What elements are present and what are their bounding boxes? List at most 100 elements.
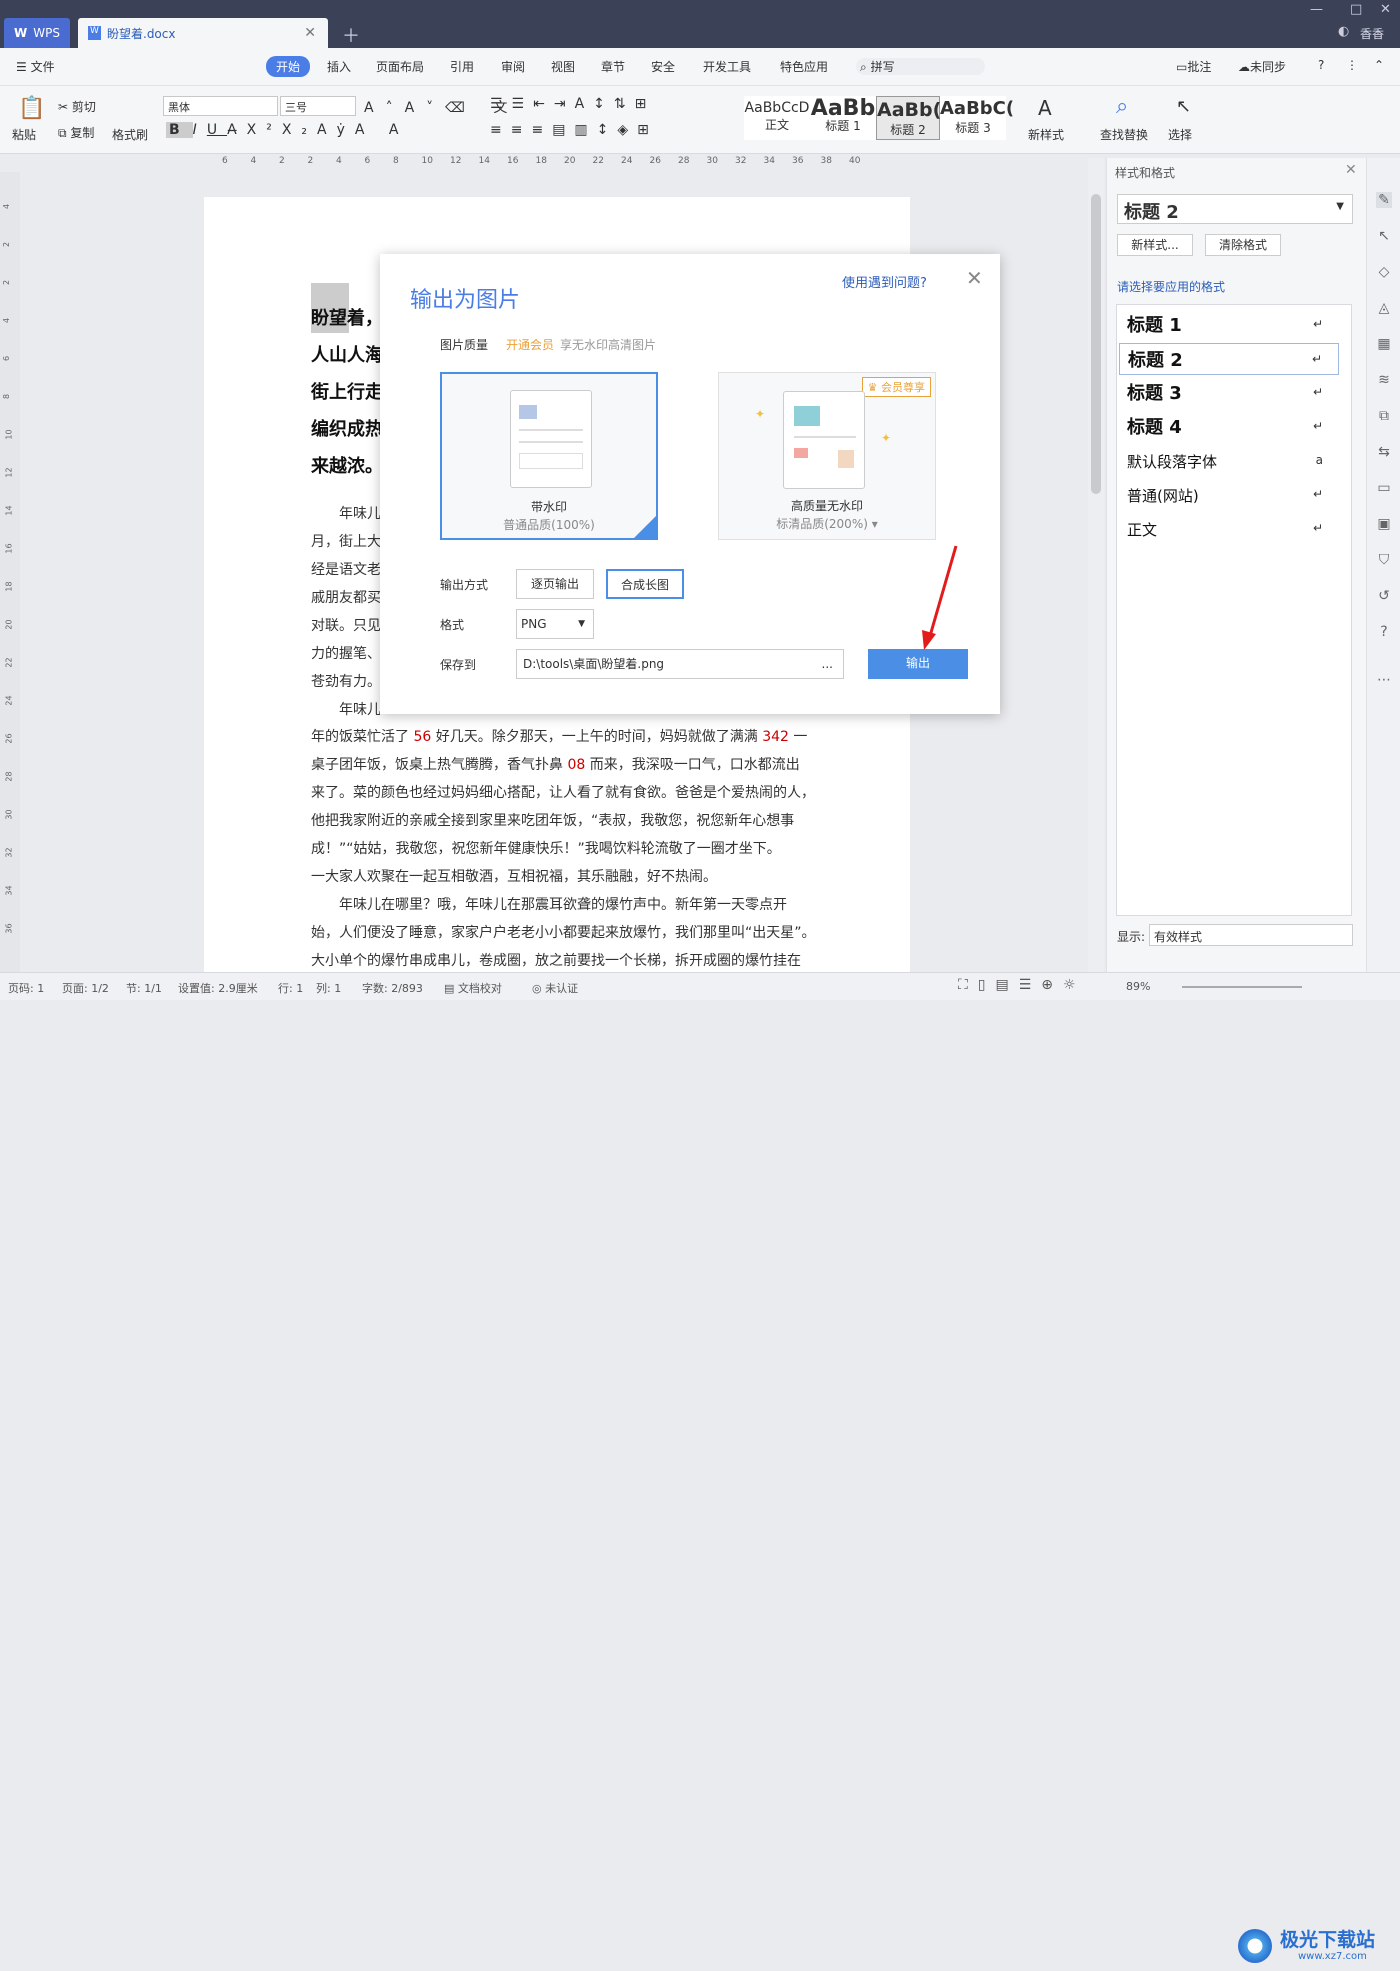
- sync-button[interactable]: ☁未同步: [1238, 58, 1286, 75]
- image-icon[interactable]: ▣: [1376, 516, 1392, 532]
- zoom-value[interactable]: 89%: [1126, 980, 1150, 993]
- scroll-thumb[interactable]: [1091, 194, 1101, 494]
- save-path-input[interactable]: D:\tools\桌面\盼望着.png...: [516, 649, 844, 679]
- translate-icon[interactable]: ⇆: [1376, 444, 1392, 460]
- menu-start[interactable]: 开始: [266, 56, 311, 77]
- body-line: 桌子团年饭，饭桌上热气腾腾，香气扑鼻 08 而来，我深吸一口气，口水都流出: [311, 757, 800, 773]
- copy-button[interactable]: ⧉ 复制: [58, 124, 94, 141]
- align-tools[interactable]: ≡≡≡▤▥↕◈⊞: [490, 122, 658, 138]
- select-button[interactable]: 选择: [1168, 126, 1192, 143]
- style-normal[interactable]: AaBbCcD 正文: [744, 96, 810, 140]
- menu-special[interactable]: 特色应用: [780, 58, 828, 75]
- menu-file[interactable]: ☰ 文件: [16, 58, 55, 75]
- vip-link[interactable]: 开通会员: [506, 336, 554, 353]
- style-mark-icon: ↵: [1312, 419, 1323, 433]
- shape-icon[interactable]: ◇: [1376, 264, 1392, 280]
- menu-security[interactable]: 安全: [651, 58, 675, 75]
- cut-button[interactable]: ✂ 剪切: [58, 98, 96, 115]
- user-name[interactable]: 香香: [1360, 25, 1384, 42]
- close-tab-icon[interactable]: ✕: [304, 25, 316, 41]
- help-circle-icon[interactable]: ?: [1376, 624, 1392, 640]
- quality-hd-card[interactable]: ♛ 会员尊享 ✦ ✦ 高质量无水印 标清品质(200%) ▾: [718, 372, 936, 540]
- menu-view[interactable]: 视图: [551, 58, 575, 75]
- browse-button[interactable]: ...: [822, 650, 833, 678]
- style-list-item[interactable]: 标题 2 ↵: [1119, 343, 1339, 375]
- new-tab-icon[interactable]: ＋: [342, 22, 360, 48]
- menu-review[interactable]: 审阅: [501, 58, 525, 75]
- vruler-tick: 4: [2, 317, 12, 324]
- ruler-tick: 2: [307, 156, 314, 166]
- menu-reference[interactable]: 引用: [450, 58, 474, 75]
- card2-name: 高质量无水印: [790, 499, 863, 513]
- new-style-panel-button[interactable]: 新样式...: [1117, 234, 1193, 256]
- menu-insert[interactable]: 插入: [327, 58, 351, 75]
- style-name: 默认段落字体: [1127, 453, 1218, 471]
- menu-chapter[interactable]: 章节: [601, 58, 625, 75]
- size-select[interactable]: 三号: [280, 96, 356, 116]
- dialog-close-icon[interactable]: ✕: [966, 266, 983, 290]
- zoom-slider[interactable]: [1182, 986, 1302, 988]
- ruler-tick: 34: [763, 156, 775, 166]
- menu-developer[interactable]: 开发工具: [703, 58, 751, 75]
- find-replace-button[interactable]: 查找替换: [1100, 126, 1148, 143]
- status-words[interactable]: 字数: 2/893: [362, 980, 423, 996]
- mode-long-button[interactable]: 合成长图: [606, 569, 684, 599]
- search-icon: ⌕: [860, 60, 867, 74]
- paste-button[interactable]: 粘贴: [12, 126, 36, 143]
- collapse-icon[interactable]: ⌃: [1374, 58, 1384, 72]
- format-select[interactable]: PNG ▼: [516, 609, 594, 639]
- style-list-item[interactable]: 普通(网站) ↵: [1119, 479, 1339, 511]
- vertical-scrollbar[interactable]: [1088, 158, 1104, 972]
- current-style-select[interactable]: 标题 2 ▼: [1117, 194, 1353, 224]
- style-heading2[interactable]: AaBb(标题 2: [876, 96, 941, 140]
- paste-icon[interactable]: 📋: [18, 96, 45, 121]
- new-style-button[interactable]: 新样式: [1028, 126, 1064, 143]
- copy-doc-icon[interactable]: ⧉: [1376, 408, 1392, 424]
- history-icon[interactable]: ↺: [1376, 588, 1392, 604]
- table-icon[interactable]: ▦: [1376, 336, 1392, 352]
- quality-watermark-card[interactable]: 带水印 普通品质(100%): [440, 372, 658, 540]
- select-icon[interactable]: ↖: [1176, 96, 1191, 117]
- ruler-tick: 24: [621, 156, 633, 166]
- format-painter-button[interactable]: 格式刷: [112, 126, 148, 143]
- cursor-icon[interactable]: ↖: [1376, 228, 1392, 244]
- view-mode-icons[interactable]: ⛶▯▤☰⊕☼: [958, 977, 1086, 993]
- clear-format-button[interactable]: 清除格式: [1205, 234, 1281, 256]
- pen-icon[interactable]: ✎: [1376, 192, 1392, 208]
- minimize-icon[interactable]: —: [1310, 2, 1323, 17]
- font-select[interactable]: 黑体: [163, 96, 278, 116]
- card2-desc[interactable]: 标清品质(200%) ▾: [719, 515, 935, 532]
- style-list-item[interactable]: 正文 ↵: [1119, 513, 1339, 545]
- adjust-icon[interactable]: ≋: [1376, 372, 1392, 388]
- more-icon[interactable]: ⋮: [1346, 58, 1358, 72]
- cert-button[interactable]: ◎ 未认证: [532, 980, 578, 996]
- more-tools-icon[interactable]: ⋯: [1376, 672, 1392, 688]
- style-list-item[interactable]: 默认段落字体 a: [1119, 445, 1339, 477]
- tab-wps[interactable]: W WPS: [4, 18, 70, 48]
- paragraph-tools[interactable]: ☰☰⇤⇥A↕⇅⊞: [490, 96, 655, 112]
- box-icon[interactable]: ▭: [1376, 480, 1392, 496]
- search-box[interactable]: ⌕ 拼写: [856, 58, 985, 75]
- shield-icon[interactable]: ⛉: [1376, 552, 1392, 568]
- style-list-item[interactable]: 标题 4 ↵: [1119, 411, 1339, 443]
- proof-button[interactable]: ▤ 文档校对: [444, 980, 502, 996]
- show-select[interactable]: 有效样式: [1149, 924, 1353, 946]
- review-button[interactable]: ▭批注: [1176, 58, 1211, 75]
- menu-layout[interactable]: 页面布局: [376, 58, 424, 75]
- help-icon[interactable]: ?: [1318, 58, 1324, 72]
- tab-document[interactable]: W 盼望着.docx ✕: [78, 18, 328, 48]
- help-link[interactable]: 使用遇到问题?: [842, 272, 927, 291]
- fill-icon[interactable]: ◬: [1376, 300, 1392, 316]
- style-list-item[interactable]: 标题 1 ↵: [1119, 309, 1339, 341]
- mode-page-button[interactable]: 逐页输出: [516, 569, 594, 599]
- style-list-item[interactable]: 标题 3 ↵: [1119, 377, 1339, 409]
- close-icon[interactable]: ✕: [1380, 2, 1391, 17]
- style-heading1[interactable]: AaBb 标题 1: [810, 96, 876, 140]
- panel-close-icon[interactable]: ✕: [1345, 162, 1357, 178]
- format-tools[interactable]: B IUA̶X²X₂AẏA A: [166, 122, 409, 138]
- new-style-icon[interactable]: A: [1038, 96, 1052, 120]
- maximize-icon[interactable]: □: [1350, 2, 1362, 17]
- avatar[interactable]: ◐: [1338, 24, 1349, 39]
- find-icon[interactable]: ⌕: [1116, 94, 1128, 119]
- style-heading3[interactable]: AaBbC(标题 3: [940, 96, 1014, 140]
